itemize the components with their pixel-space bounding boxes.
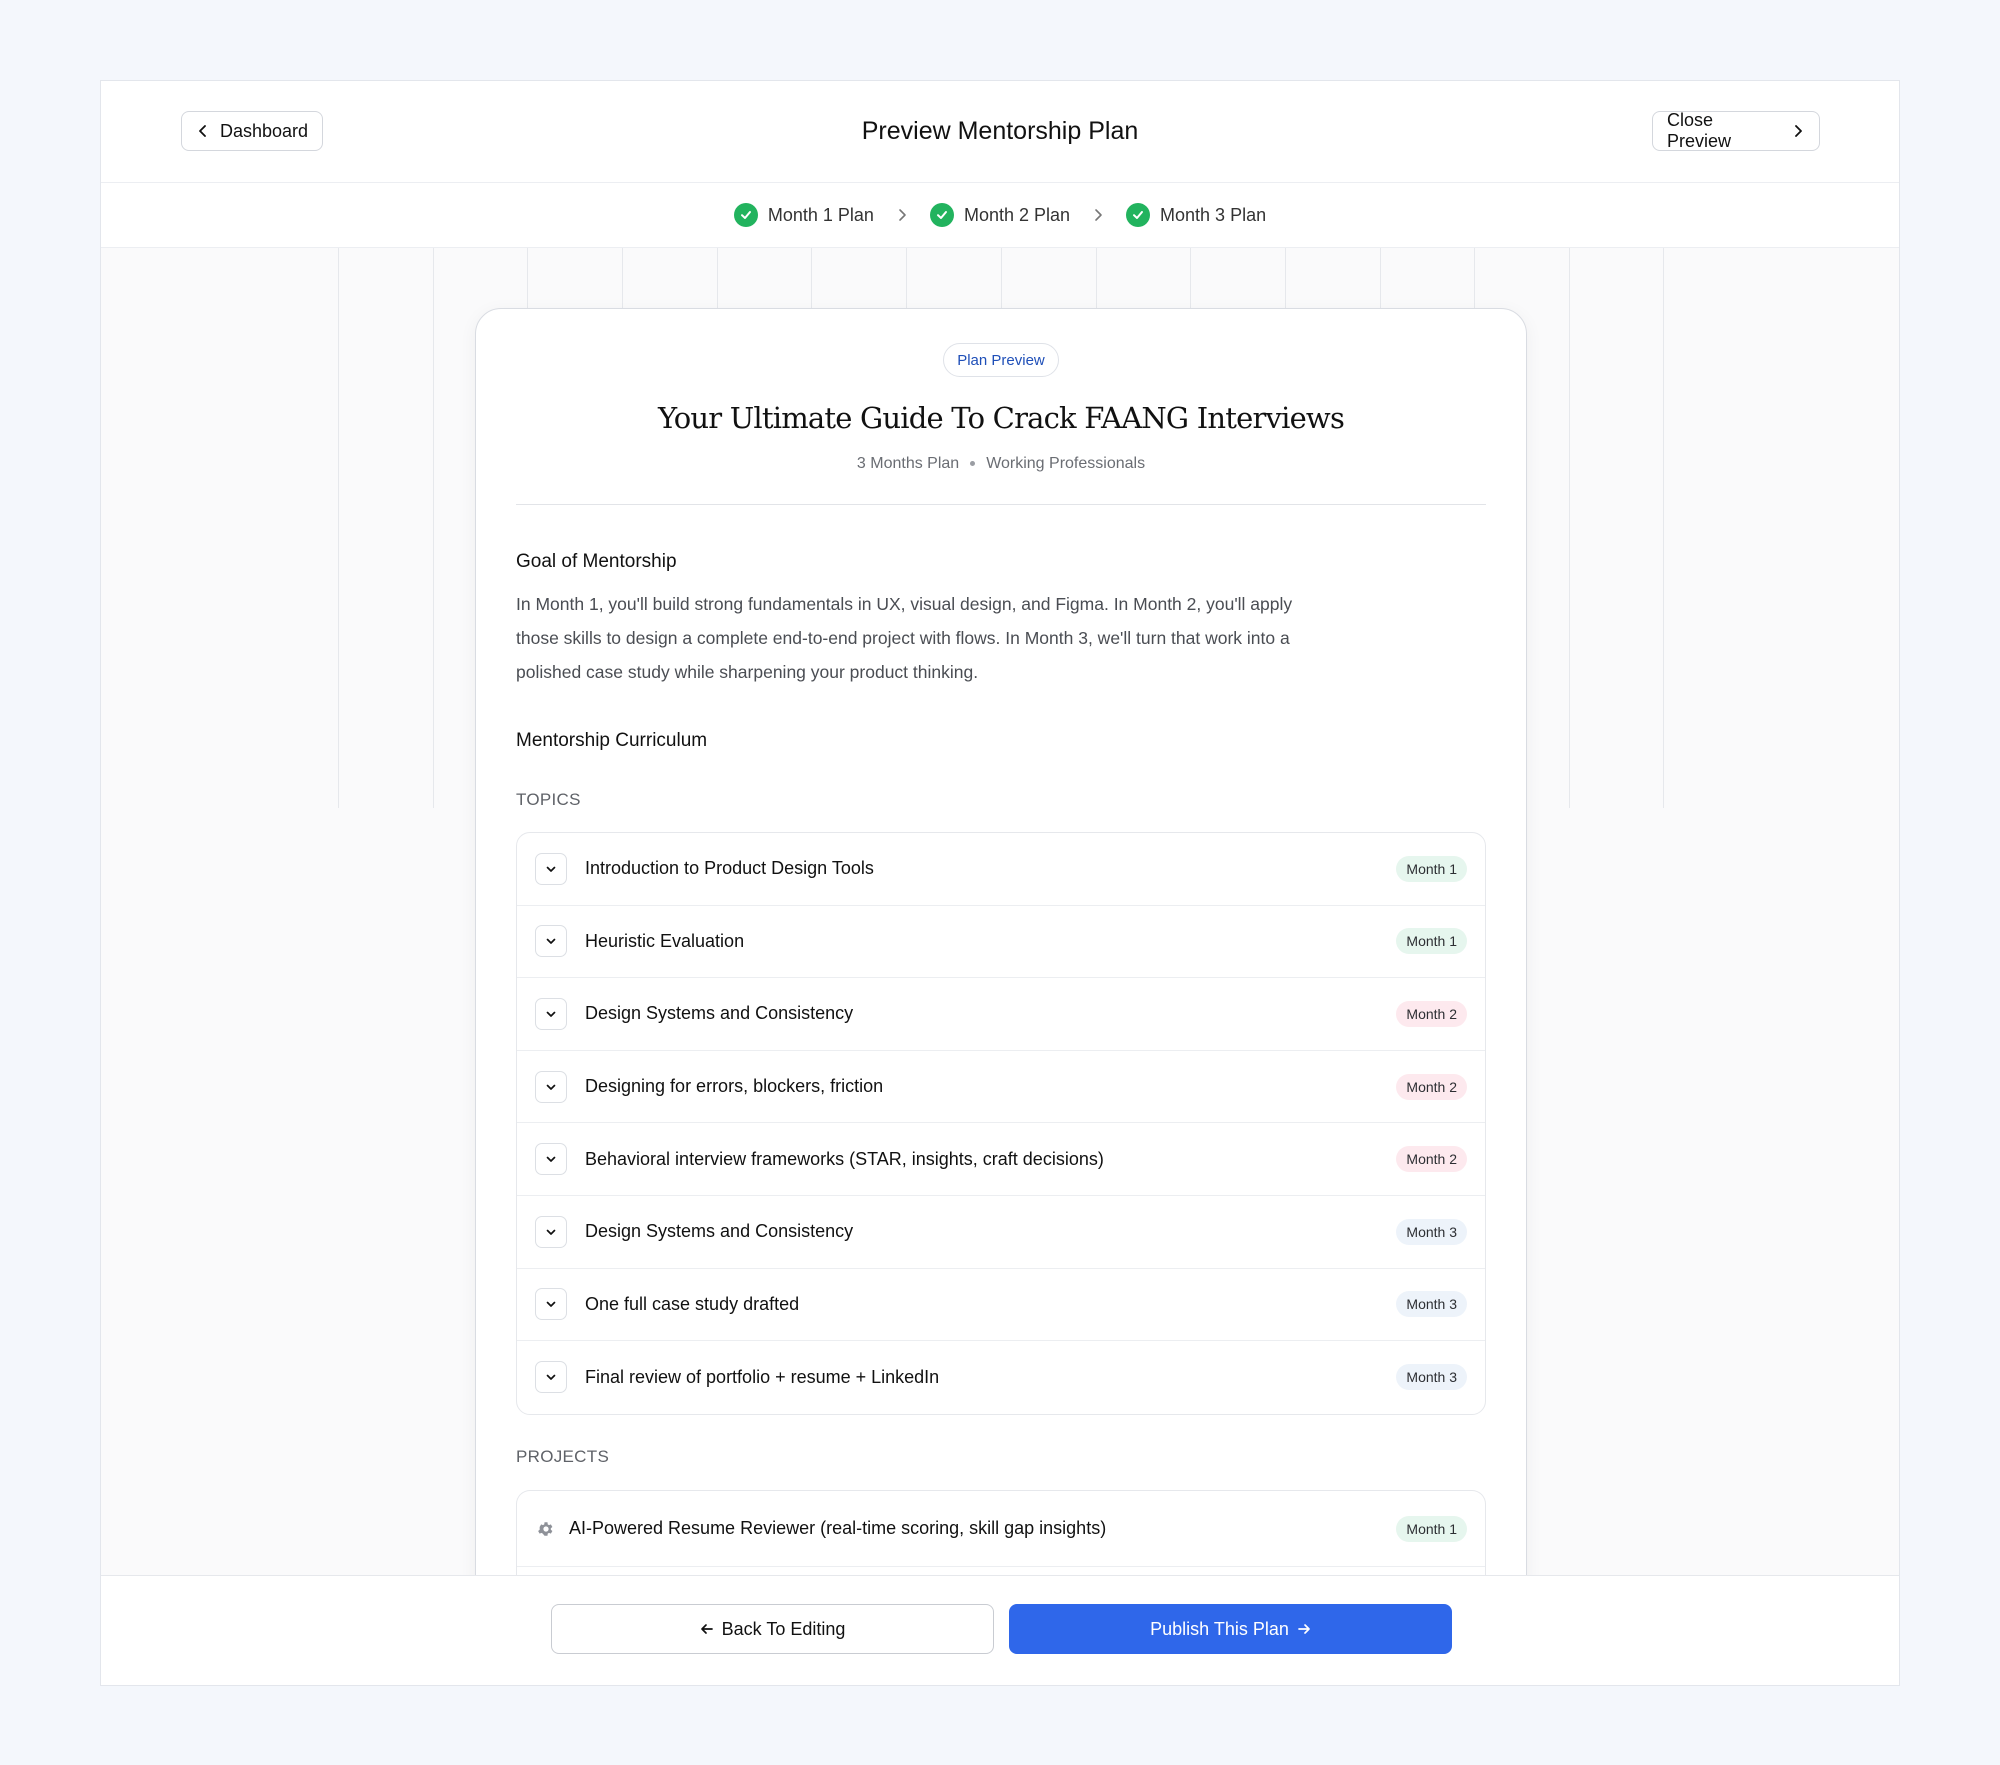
grid-line	[338, 248, 339, 808]
topic-title: Design Systems and Consistency	[585, 1221, 854, 1242]
topic-row[interactable]: Heuristic Evaluation Month 1	[517, 906, 1485, 979]
chevron-right-icon	[896, 208, 908, 222]
check-circle-icon	[1126, 203, 1151, 227]
topic-title: Design Systems and Consistency	[585, 1003, 854, 1024]
month-badge: Month 3	[1396, 1218, 1467, 1245]
divider	[516, 504, 1486, 505]
grid-line	[1190, 248, 1191, 308]
goal-heading: Goal of Mentorship	[516, 551, 677, 572]
step-label: Month 1 Plan	[767, 204, 874, 225]
chevron-down-icon[interactable]	[535, 925, 567, 958]
grid-line	[527, 248, 528, 308]
header: Dashboard Preview Mentorship Plan Close …	[101, 81, 1899, 183]
project-title: AI-Powered Resume Reviewer (real-time sc…	[569, 1518, 1107, 1538]
check-circle-icon	[733, 203, 758, 227]
month-badge: Month 3	[1396, 1364, 1467, 1391]
gear-icon	[537, 1520, 555, 1538]
grid-line	[1663, 248, 1664, 808]
month-steps: Month 1 Plan Month 2 Plan Month 3 Plan	[101, 183, 1899, 248]
topic-row[interactable]: Design Systems and Consistency Month 2	[517, 978, 1485, 1051]
plan-audience: Working Professionals	[986, 455, 1146, 472]
topics-label: TOPICS	[516, 790, 581, 809]
month-badge: Month 1	[1396, 928, 1467, 955]
close-preview-button[interactable]: Close Preview	[1652, 110, 1820, 151]
chevron-down-icon[interactable]	[535, 1361, 567, 1394]
chevron-down-icon[interactable]	[535, 1143, 567, 1176]
chevron-right-icon	[1791, 124, 1805, 138]
grid-line	[1380, 248, 1381, 308]
topic-title: Final review of portfolio + resume + Lin…	[585, 1366, 940, 1387]
projects-label: PROJECTS	[516, 1447, 610, 1466]
arrow-left-icon	[700, 1622, 714, 1636]
topic-title: Introduction to Product Design Tools	[585, 858, 874, 879]
month-badge: Month 2	[1396, 1146, 1467, 1173]
chevron-down-icon[interactable]	[535, 1070, 567, 1103]
topic-row[interactable]: One full case study drafted Month 3	[517, 1269, 1485, 1342]
check-circle-icon	[929, 203, 954, 227]
month-badge: Month 2	[1396, 1073, 1467, 1100]
grid-line	[433, 248, 434, 808]
close-preview-label: Close Preview	[1667, 110, 1732, 151]
step-month-2[interactable]: Month 2 Plan	[929, 203, 1071, 227]
grid-line	[811, 248, 812, 308]
topic-title: Behavioral interview frameworks (STAR, i…	[585, 1148, 1104, 1169]
grid-line	[622, 248, 623, 308]
grid-line	[1001, 248, 1002, 308]
month-badge: Month 1	[1396, 855, 1467, 882]
topic-row[interactable]: Design Systems and Consistency Month 3	[517, 1196, 1485, 1269]
topic-row[interactable]: Behavioral interview frameworks (STAR, i…	[517, 1123, 1485, 1196]
chevron-down-icon[interactable]	[535, 1215, 567, 1248]
month-badge: Month 1	[1396, 1515, 1467, 1542]
plan-duration: 3 Months Plan	[856, 455, 960, 472]
chevron-down-icon[interactable]	[535, 1288, 567, 1321]
topic-title: Designing for errors, blockers, friction	[585, 1076, 884, 1097]
plan-preview-card: Plan Preview Your Ultimate Guide To Crac…	[475, 308, 1527, 1685]
topic-title: One full case study drafted	[585, 1293, 800, 1314]
grid-line	[1285, 248, 1286, 308]
plan-preview-pill: Plan Preview	[943, 343, 1059, 377]
chevron-down-icon[interactable]	[535, 852, 567, 885]
grid-line	[1569, 248, 1570, 808]
arrow-right-icon	[1297, 1622, 1311, 1636]
topic-title: Heuristic Evaluation	[585, 930, 745, 951]
topic-row[interactable]: Designing for errors, blockers, friction…	[517, 1051, 1485, 1124]
step-label: Month 2 Plan	[963, 204, 1071, 225]
grid-line	[717, 248, 718, 308]
plan-meta: 3 Months Plan Working Professionals	[476, 455, 1526, 473]
goal-text: In Month 1, you'll build strong fundamen…	[516, 594, 1293, 682]
preview-window: Dashboard Preview Mentorship Plan Close …	[100, 80, 1900, 1686]
chevron-down-icon[interactable]	[535, 997, 567, 1030]
page-title: Preview Mentorship Plan	[861, 117, 1139, 145]
step-month-3[interactable]: Month 3 Plan	[1126, 203, 1266, 227]
separator-dot	[970, 461, 976, 467]
back-to-editing-button[interactable]: Back To Editing	[551, 1604, 994, 1654]
chevron-right-icon	[1092, 208, 1104, 222]
grid-line	[906, 248, 907, 308]
project-row[interactable]: AI-Powered Resume Reviewer (real-time sc…	[517, 1491, 1485, 1567]
footer-actions: Back To Editing Publish This Plan	[101, 1575, 1899, 1685]
topics-list: Introduction to Product Design Tools Mon…	[516, 832, 1486, 1415]
publish-plan-button[interactable]: Publish This Plan	[1009, 1604, 1452, 1654]
publish-plan-label: Publish This Plan	[1150, 1618, 1289, 1639]
topic-row[interactable]: Introduction to Product Design Tools Mon…	[517, 833, 1485, 906]
plan-title: Your Ultimate Guide To Crack FAANG Inter…	[657, 401, 1345, 435]
step-label: Month 3 Plan	[1160, 204, 1267, 225]
topic-row[interactable]: Final review of portfolio + resume + Lin…	[517, 1341, 1485, 1414]
month-badge: Month 2	[1396, 1000, 1467, 1027]
step-month-1[interactable]: Month 1 Plan	[733, 203, 874, 227]
back-to-editing-label: Back To Editing	[721, 1618, 846, 1639]
curriculum-heading: Mentorship Curriculum	[516, 730, 708, 751]
grid-line	[1096, 248, 1097, 308]
month-badge: Month 3	[1396, 1291, 1467, 1318]
